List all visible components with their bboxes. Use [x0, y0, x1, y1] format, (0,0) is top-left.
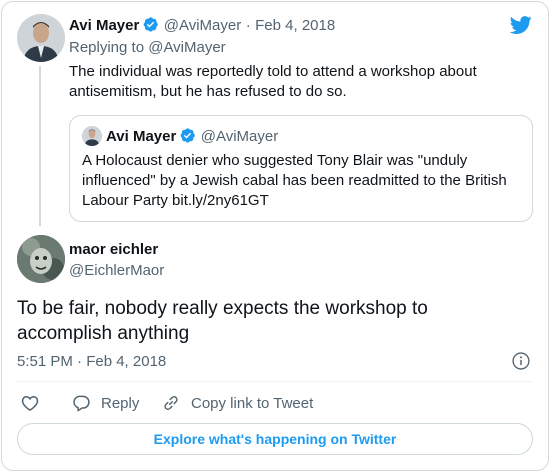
- avatar-avi-mayer[interactable]: [17, 14, 65, 62]
- like-button[interactable]: [20, 393, 50, 413]
- speech-bubble-icon: [73, 395, 90, 412]
- explore-twitter-button[interactable]: Explore what's happening on Twitter: [17, 423, 533, 455]
- reply-button[interactable]: Reply: [71, 393, 139, 413]
- thread-connector-line: [39, 66, 41, 226]
- main-tweet-text: To be fair, nobody really expects the wo…: [17, 298, 428, 344]
- quoted-tweet-text: A Holocaust denier who suggested Tony Bl…: [82, 152, 507, 209]
- heart-icon: [21, 395, 39, 411]
- dot-separator: ·: [245, 17, 251, 34]
- author-name[interactable]: Avi Mayer: [69, 17, 139, 34]
- link-icon: [164, 396, 178, 410]
- verified-badge-icon: [143, 17, 159, 32]
- quoted-author-name: Avi Mayer: [106, 128, 177, 145]
- main-author-handle[interactable]: @EichlerMaor: [69, 262, 164, 279]
- twitter-bird-icon[interactable]: [508, 14, 534, 36]
- copy-link-label: Copy link to Tweet: [191, 394, 314, 412]
- main-tweet-timestamp[interactable]: 5:51 PM · Feb 4, 2018: [17, 353, 166, 370]
- verified-badge-icon: [180, 128, 196, 143]
- main-author-name-row: maor eichler: [69, 241, 158, 259]
- divider: [17, 381, 532, 382]
- copy-link-button[interactable]: Copy link to Tweet: [161, 393, 313, 413]
- avatar-avi-mayer-small: [82, 126, 102, 146]
- reply-label: Reply: [101, 394, 140, 412]
- main-author-handle-row: @EichlerMaor: [69, 262, 164, 280]
- tweet-date[interactable]: Feb 4, 2018: [255, 17, 335, 34]
- quoted-tweet-header: Avi Mayer @AviMayer: [106, 127, 278, 146]
- author-handle[interactable]: @AviMayer: [164, 17, 241, 34]
- quoted-author-handle: @AviMayer: [200, 128, 279, 145]
- info-icon[interactable]: [511, 351, 531, 371]
- parent-tweet-text: The individual was reportedly told to at…: [69, 63, 477, 100]
- avatar-maor-eichler[interactable]: [17, 235, 65, 283]
- parent-tweet-header: Avi Mayer @AviMayer · Feb 4, 2018: [69, 16, 335, 35]
- main-author-name[interactable]: maor eichler: [69, 241, 158, 258]
- replying-to-label[interactable]: Replying to @AviMayer: [69, 39, 226, 56]
